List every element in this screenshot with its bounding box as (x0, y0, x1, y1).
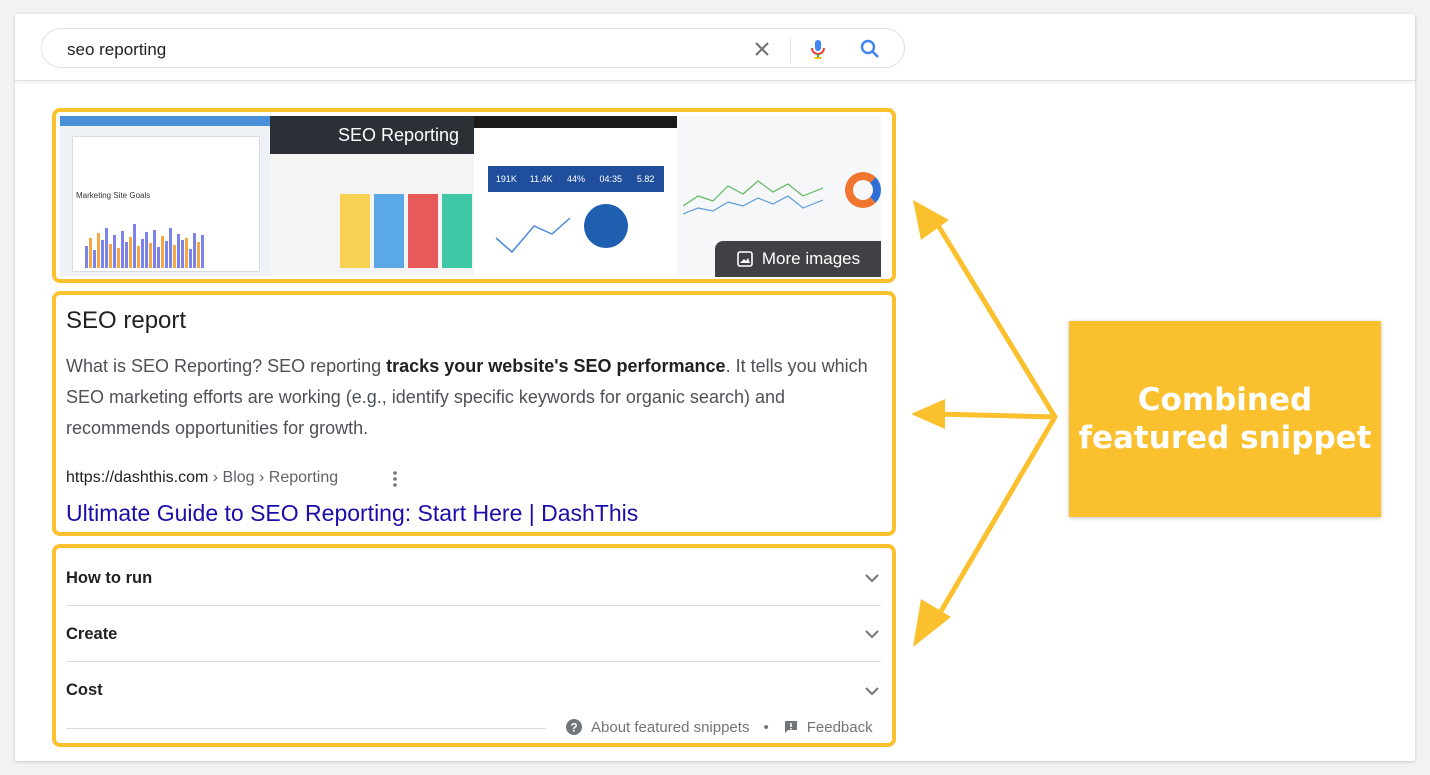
result-title-link[interactable]: Ultimate Guide to SEO Reporting: Start H… (66, 500, 638, 527)
annotation-arrows (911, 200, 1058, 647)
accordion-item-create[interactable]: Create (66, 607, 881, 662)
more-options-icon[interactable] (390, 469, 400, 489)
image-icon (737, 251, 753, 267)
snippet-footer: ? About featured snippets • Feedback (565, 718, 873, 736)
callout-line-1: Combined (1137, 382, 1313, 418)
kpi-value: 04:35 (599, 174, 623, 184)
result-citation: https://dashthis.com › Blog › Reporting (66, 469, 338, 487)
more-images-label: More images (761, 249, 861, 268)
feedback-icon (784, 721, 797, 733)
more-images-button[interactable]: More images (715, 241, 881, 277)
accordion-label: Cost (66, 681, 103, 699)
chevron-down-icon (865, 574, 879, 583)
callout-line-2: featured snippet (1078, 420, 1372, 456)
search-divider (790, 37, 791, 63)
thumb-pie-chart (584, 204, 628, 248)
chevron-down-icon (865, 630, 879, 639)
search-box[interactable]: seo reporting (41, 28, 905, 68)
kpi-value: 5.82 (636, 174, 655, 184)
accordion-item-how-to-run[interactable]: How to run (66, 551, 881, 606)
cite-breadcrumb: › Blog › Reporting (208, 469, 339, 486)
snippet-body-pre: What is SEO Reporting? SEO reporting (66, 356, 387, 376)
accordion-item-cost[interactable]: Cost (66, 663, 881, 718)
chevron-down-icon (865, 686, 879, 695)
search-icon[interactable] (858, 37, 882, 61)
snippet-body: What is SEO Reporting? SEO reporting tra… (66, 351, 876, 444)
thumb-area-chart (683, 180, 824, 215)
snippet-body-bold: tracks your website's SEO performance (386, 356, 726, 376)
cite-domain: https://dashthis.com (66, 469, 209, 486)
thumb-heading: Marketing Site Goals (76, 191, 151, 200)
clear-icon[interactable] (750, 37, 774, 61)
thumb-marketing-dashboard[interactable]: Marketing Site Goals (60, 116, 270, 276)
help-icon: ? (566, 719, 582, 735)
kpi-value: 191K (495, 174, 517, 184)
thumb-kpi-dashboard[interactable]: 191K 11.4K 44% 04:35 5.82 (474, 116, 677, 276)
svg-text:?: ? (570, 721, 577, 735)
kpi-value: 44% (566, 174, 585, 184)
thumb-donut-chart (845, 172, 881, 208)
accordion-label: How to run (66, 568, 153, 587)
microphone-icon[interactable] (806, 37, 830, 61)
footer-separator: • (763, 718, 769, 736)
feedback-link[interactable]: Feedback (807, 719, 873, 736)
thumb-title: SEO Reporting (338, 125, 460, 145)
thumb-seo-reporting-table[interactable]: SEO Reporting (270, 116, 474, 276)
footer-divider (66, 728, 546, 729)
callout-box: Combined featured snippet (1069, 321, 1381, 517)
search-header: seo reporting (15, 14, 1415, 81)
about-featured-snippets-link[interactable]: About featured snippets (591, 719, 749, 736)
snippet-title: SEO report (66, 307, 187, 334)
thumb-line-chart (495, 217, 571, 254)
thumb-bars (85, 208, 260, 268)
accordion-label: Create (66, 624, 118, 643)
thumb-kpi-row: 191K 11.4K 44% 04:35 5.82 (488, 166, 664, 192)
search-input[interactable]: seo reporting (67, 40, 166, 60)
kpi-value: 11.4K (529, 174, 553, 184)
